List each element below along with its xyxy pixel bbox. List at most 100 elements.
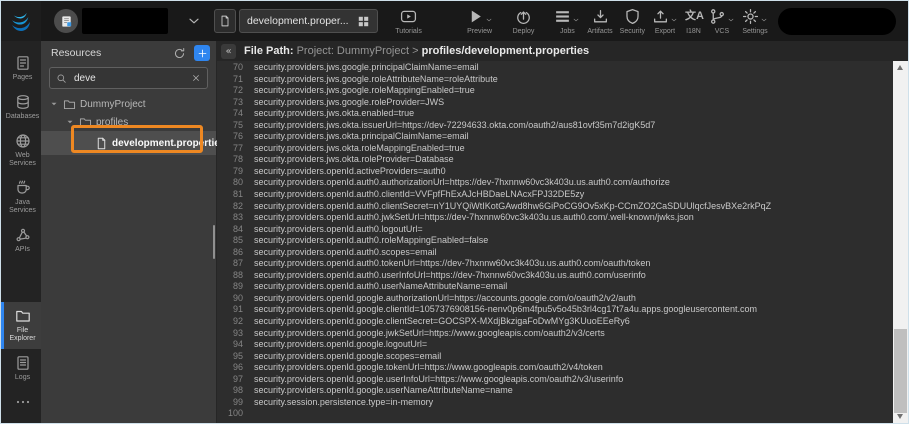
file-action-download[interactable]: [821, 44, 836, 59]
code-editor[interactable]: 70 security.providers.jws.google.princip…: [217, 61, 893, 423]
line-number: 83: [217, 212, 243, 224]
sidebar-item-pages[interactable]: Pages: [1, 49, 41, 88]
clear-search-button[interactable]: [191, 73, 201, 83]
line-text: security.providers.jws.google.principalC…: [243, 62, 479, 74]
scroll-down-arrow-icon[interactable]: [897, 414, 903, 419]
refresh-button[interactable]: [173, 47, 186, 60]
chevron-down-icon: [485, 16, 493, 24]
apis-icon: [15, 227, 31, 243]
topbar-tool-jobs[interactable]: Jobs: [552, 8, 582, 35]
line-text: security.providers.openId.auth0.roleMapp…: [243, 235, 488, 247]
code-line-91: 91 security.providers.openId.google.clie…: [217, 304, 893, 316]
sidebar-item-more[interactable]: [1, 388, 41, 419]
topbar-tool-export[interactable]: Export: [650, 8, 680, 35]
topbar-button-tutorials[interactable]: Tutorials: [386, 8, 432, 35]
sidebar-item-databases[interactable]: Databases: [1, 88, 41, 127]
redacted-user-menu[interactable]: [778, 8, 896, 35]
line-text: security.providers.openId.google.authori…: [243, 293, 636, 305]
file-type-button[interactable]: [214, 9, 236, 33]
project-dropdown-chevron-icon[interactable]: [186, 13, 202, 29]
rail-label: Web Services: [5, 152, 41, 168]
sidebar-item-file-explorer[interactable]: File Explorer: [1, 302, 41, 349]
code-line-94: 94 security.providers.openId.google.logo…: [217, 339, 893, 351]
resource-search-box: [49, 67, 208, 89]
file-action-delete[interactable]: [881, 44, 896, 59]
rail-label: Java Services: [5, 199, 41, 215]
line-text: security.providers.jws.okta.issuerUrl=ht…: [243, 120, 655, 132]
line-number: 86: [217, 247, 243, 259]
code-line-90: 90 security.providers.openId.google.auth…: [217, 293, 893, 305]
line-number: 71: [217, 74, 243, 86]
scrollbar-thumb[interactable]: [894, 329, 907, 413]
topbar-button-deploy[interactable]: Deploy: [511, 8, 537, 35]
left-nav-rail: Pages Databases Web Services Java Servic…: [1, 41, 41, 423]
button-label: Tutorials: [395, 28, 422, 35]
line-text: security.providers.jws.okta.principalCla…: [243, 131, 469, 143]
tab-development-properties[interactable]: development.proper...: [239, 9, 378, 33]
line-text: security.providers.openId.google.userNam…: [243, 385, 513, 397]
caret-down-icon[interactable]: [65, 117, 75, 127]
collapse-panel-button[interactable]: «: [221, 44, 236, 59]
redacted-project-name[interactable]: [82, 8, 168, 34]
button-label: Security: [620, 28, 645, 35]
line-number: 98: [217, 385, 243, 397]
caret-down-icon[interactable]: [49, 99, 59, 109]
code-line-78: 78 security.providers.jws.okta.roleProvi…: [217, 154, 893, 166]
scroll-up-arrow-icon[interactable]: [897, 65, 903, 70]
code-line-85: 85 security.providers.openId.auth0.roleM…: [217, 235, 893, 247]
line-text: security.providers.openId.auth0.userName…: [243, 281, 507, 293]
line-number: 94: [217, 339, 243, 351]
sidebar-item-logs[interactable]: Logs: [1, 349, 41, 388]
line-number: 97: [217, 374, 243, 386]
line-text: [243, 408, 254, 420]
topbar-tool-vcs[interactable]: VCS: [707, 8, 737, 35]
line-number: 82: [217, 201, 243, 213]
add-resource-button[interactable]: [194, 45, 210, 61]
chevron-down-icon: [760, 16, 768, 24]
panel-scrollbar-thumb[interactable]: [213, 225, 215, 259]
line-text: security.providers.openId.auth0.clientId…: [243, 189, 584, 201]
code-line-70: 70 security.providers.jws.google.princip…: [217, 62, 893, 74]
topbar-tool-settings[interactable]: Settings: [740, 8, 770, 35]
i18n-icon: 文A: [685, 8, 702, 25]
rail-bottom-group: File Explorer Logs: [1, 302, 41, 423]
code-line-97: 97 security.providers.openId.google.user…: [217, 374, 893, 386]
search-input[interactable]: [72, 72, 186, 85]
sidebar-item-web-services[interactable]: Web Services: [1, 127, 41, 174]
topbar-tool-i18n[interactable]: 文A I18N: [683, 8, 704, 35]
top-bar: development.proper... Tutorials Prev: [1, 1, 908, 41]
brand-logo[interactable]: [1, 1, 41, 41]
topbar-button-preview[interactable]: Preview: [465, 8, 495, 35]
project-avatar[interactable]: [54, 9, 78, 33]
topbar-tool-security[interactable]: Security: [618, 8, 647, 35]
line-number: 72: [217, 85, 243, 97]
file-action-settings[interactable]: [791, 44, 806, 59]
file-action-save[interactable]: [851, 44, 866, 59]
line-text: security.providers.openId.auth0.userInfo…: [243, 270, 646, 282]
code-line-88: 88 security.providers.openId.auth0.userI…: [217, 270, 893, 282]
button-label: Preview: [467, 28, 492, 35]
chevron-down-icon: [670, 16, 678, 24]
sidebar-item-apis[interactable]: APIs: [1, 221, 41, 260]
file-path-value: profiles/development.properties: [422, 45, 589, 57]
sidebar-item-java-services[interactable]: Java Services: [1, 174, 41, 221]
code-line-95: 95 security.providers.openId.google.scop…: [217, 351, 893, 363]
button-label: Deploy: [513, 28, 535, 35]
editor-scrollbar[interactable]: [893, 61, 908, 423]
line-text: security.providers.openId.auth0.authoriz…: [243, 177, 670, 189]
editor-area: « File Path: Project: DummyProject > pro…: [217, 41, 908, 423]
project-crumb: Project: DummyProject >: [297, 45, 419, 57]
line-text: security.providers.jws.okta.enabled=true: [243, 108, 414, 120]
line-text: security.providers.openId.auth0.jwkSetUr…: [243, 212, 694, 224]
tree-item-development-properties[interactable]: development.properties: [41, 131, 216, 155]
tree-item-profiles[interactable]: profiles: [41, 113, 216, 131]
line-text: security.session.persistence.type=in-mem…: [243, 397, 433, 409]
preview-icon: [467, 8, 484, 25]
grid-icon[interactable]: [357, 15, 370, 28]
line-number: 96: [217, 362, 243, 374]
topbar-tool-artifacts[interactable]: Artifacts: [585, 8, 614, 35]
code-line-79: 79 security.providers.openId.activeProvi…: [217, 166, 893, 178]
tree-item-dummyproject[interactable]: DummyProject: [41, 95, 216, 113]
code-line-92: 92 security.providers.openId.google.clie…: [217, 316, 893, 328]
line-text: security.providers.openId.google.jwkSetU…: [243, 328, 605, 340]
